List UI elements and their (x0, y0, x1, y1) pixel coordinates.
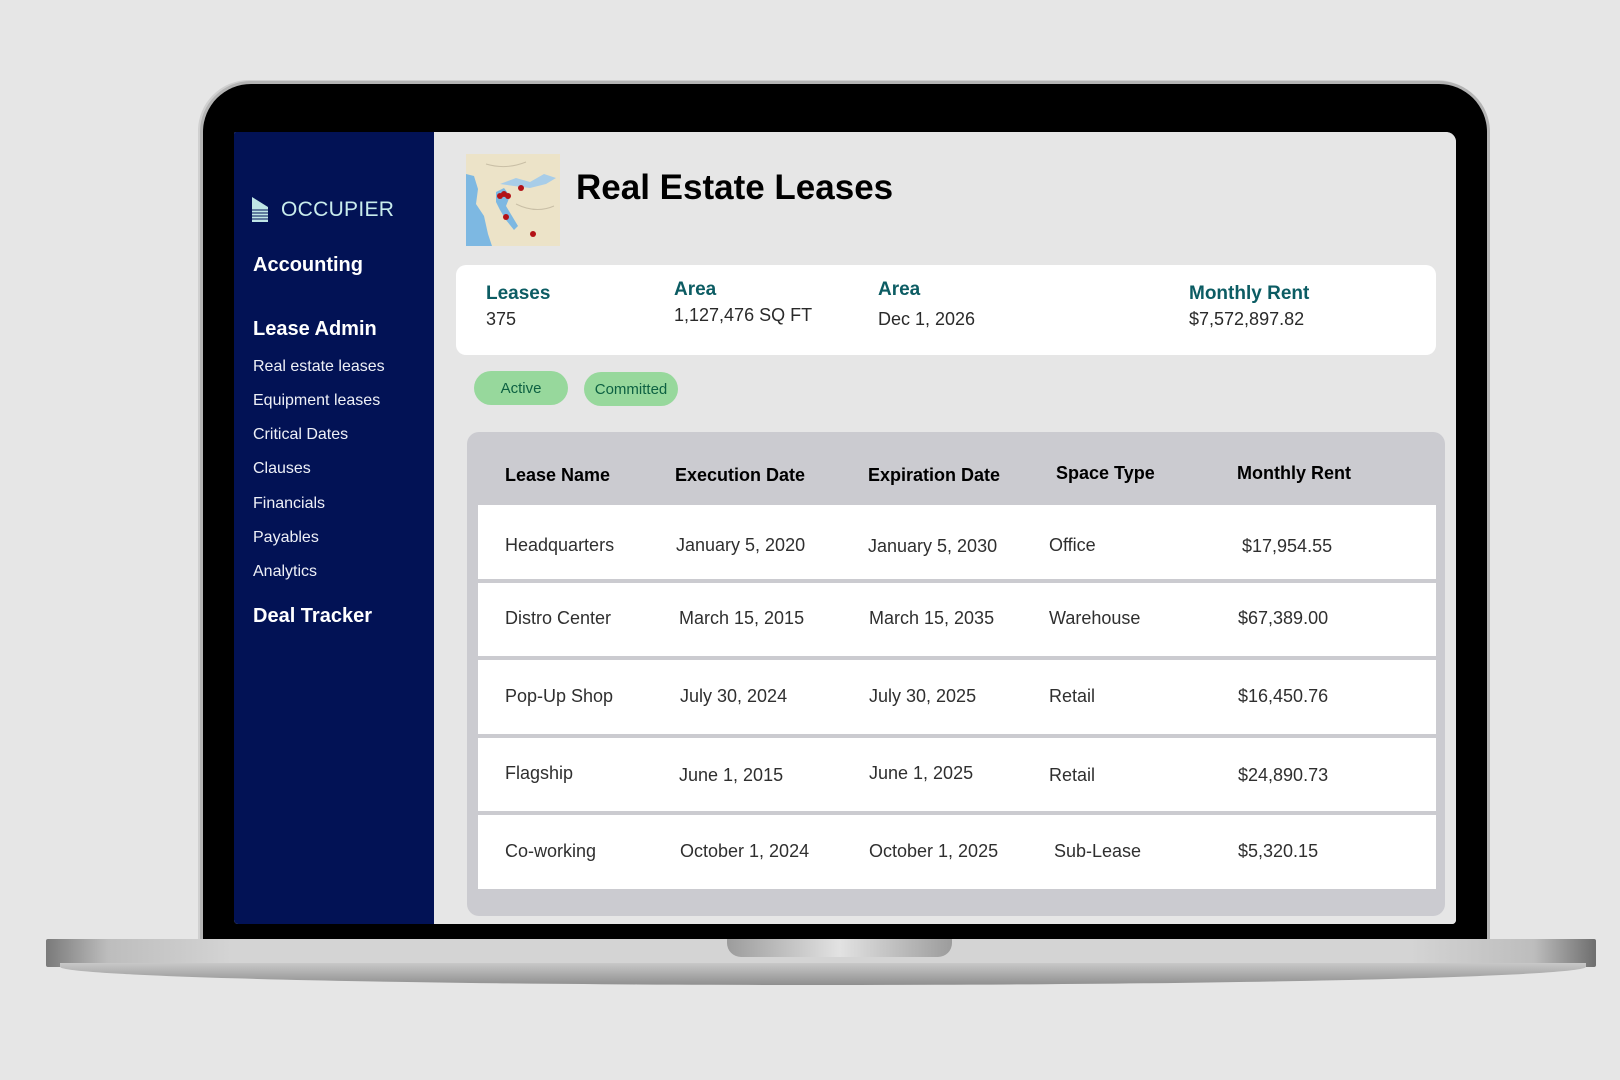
stat-leases: Leases 375 (486, 283, 550, 330)
sidebar-section-accounting[interactable]: Accounting (253, 254, 363, 277)
column-header-execution-date[interactable]: Execution Date (675, 465, 805, 486)
cell-lease-name: Headquarters (505, 535, 615, 555)
logo[interactable]: OCCUPIER (252, 197, 394, 222)
stat-monthly-rent: Monthly Rent $7,572,897.82 (1189, 283, 1309, 330)
brand-name: OCCUPIER (281, 197, 395, 221)
filter-committed[interactable]: Committed (584, 372, 678, 406)
stat-date: Area Dec 1, 2026 (878, 279, 975, 330)
stat-value: 1,127,476 SQ FT (674, 305, 813, 325)
stat-value: Dec 1, 2026 (878, 309, 976, 329)
sidebar-section-deal-tracker[interactable]: Deal Tracker (253, 605, 372, 628)
cell-monthly-rent: $16,450.76 (1238, 686, 1329, 706)
cell-monthly-rent: $67,389.00 (1238, 608, 1329, 628)
stat-label: Area (878, 279, 921, 300)
main-content: Real Estate Leases Leases 375 Area 1,127… (434, 132, 1456, 924)
sidebar-item-real-estate-leases[interactable]: Real estate leases (253, 358, 385, 376)
cell-space-type: Retail (1049, 686, 1096, 706)
stat-value: 375 (486, 309, 517, 329)
cell-execution-date: October 1, 2024 (680, 841, 810, 861)
cell-expiration-date: October 1, 2025 (869, 841, 999, 861)
cell-execution-date: June 1, 2015 (679, 765, 784, 785)
table-header: Lease Name Execution Date Expiration Dat… (467, 432, 1445, 506)
sidebar-item-critical-dates[interactable]: Critical Dates (253, 426, 348, 444)
stat-value: $7,572,897.82 (1189, 309, 1305, 329)
cell-space-type: Warehouse (1049, 608, 1141, 628)
cell-expiration-date: June 1, 2025 (869, 763, 974, 783)
stat-label: Leases (486, 283, 551, 304)
sidebar-item-payables[interactable]: Payables (253, 529, 319, 547)
cell-space-type: Office (1049, 535, 1096, 555)
building-logo-icon (252, 197, 268, 222)
sidebar: OCCUPIER Accounting Lease Admin Real est… (234, 132, 434, 924)
leases-table: Lease Name Execution Date Expiration Dat… (467, 432, 1445, 916)
sidebar-item-equipment-leases[interactable]: Equipment leases (253, 392, 380, 410)
cell-lease-name: Pop-Up Shop (505, 686, 614, 706)
cell-lease-name: Flagship (505, 763, 574, 783)
sidebar-item-clauses[interactable]: Clauses (253, 460, 311, 478)
column-header-expiration-date[interactable]: Expiration Date (868, 465, 1000, 486)
page-title: Real Estate Leases (576, 168, 894, 207)
column-header-space-type[interactable]: Space Type (1056, 463, 1155, 484)
laptop-base-edge (60, 963, 1586, 985)
cell-space-type: Sub-Lease (1054, 841, 1142, 861)
cell-monthly-rent: $5,320.15 (1238, 841, 1319, 861)
cell-monthly-rent: $24,890.73 (1238, 765, 1329, 785)
sidebar-section-lease-admin[interactable]: Lease Admin (253, 318, 377, 341)
cell-expiration-date: July 30, 2025 (869, 686, 977, 706)
cell-monthly-rent: $17,954.55 (1242, 536, 1333, 556)
column-header-lease-name[interactable]: Lease Name (505, 465, 610, 486)
cell-execution-date: July 30, 2024 (680, 686, 788, 706)
table-row[interactable]: Pop-Up Shop July 30, 2024 July 30, 2025 … (478, 660, 1436, 734)
cell-execution-date: March 15, 2015 (679, 608, 805, 628)
cell-execution-date: January 5, 2020 (676, 535, 806, 555)
filter-active[interactable]: Active (474, 371, 568, 405)
sidebar-item-analytics[interactable]: Analytics (253, 563, 317, 581)
cell-space-type: Retail (1049, 765, 1096, 785)
table-row[interactable]: Distro Center March 15, 2015 March 15, 2… (478, 583, 1436, 656)
laptop-notch (727, 939, 952, 957)
table-row[interactable]: Flagship June 1, 2015 June 1, 2025 Retai… (478, 738, 1436, 811)
column-header-monthly-rent[interactable]: Monthly Rent (1237, 463, 1351, 484)
map-icon (466, 154, 560, 246)
stat-label: Area (674, 279, 717, 300)
stat-area: Area 1,127,476 SQ FT (674, 279, 812, 326)
map-thumbnail[interactable] (466, 154, 560, 246)
table-row[interactable]: Co-working October 1, 2024 October 1, 20… (478, 815, 1436, 889)
screen: OCCUPIER Accounting Lease Admin Real est… (234, 132, 1456, 924)
sidebar-item-financials[interactable]: Financials (253, 495, 325, 513)
stat-label: Monthly Rent (1189, 283, 1310, 304)
table-row[interactable]: Headquarters January 5, 2020 January 5, … (478, 505, 1436, 579)
cell-lease-name: Co-working (505, 841, 597, 861)
cell-expiration-date: March 15, 2035 (869, 608, 995, 628)
summary-card: Leases 375 Area 1,127,476 SQ FT Area Dec… (456, 265, 1436, 355)
cell-expiration-date: January 5, 2030 (868, 536, 998, 556)
cell-lease-name: Distro Center (505, 608, 612, 628)
